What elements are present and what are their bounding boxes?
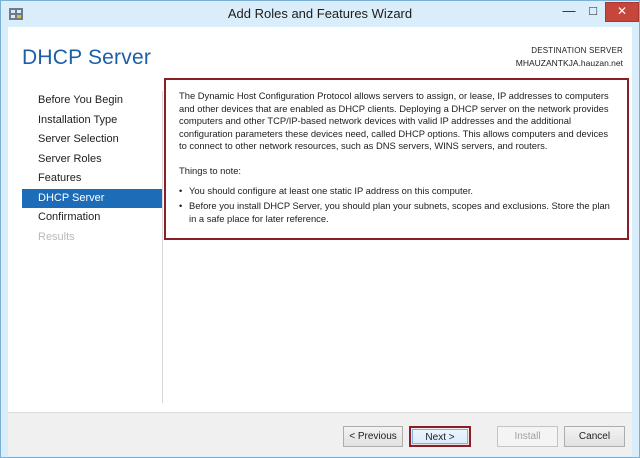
minimize-button[interactable]: — — [557, 2, 581, 22]
note-text: Before you install DHCP Server, you shou… — [189, 200, 610, 224]
nav-item-server-roles[interactable]: Server Roles — [22, 150, 162, 170]
things-to-note-heading: Things to note: — [179, 164, 242, 176]
close-button[interactable]: ✕ — [605, 2, 639, 22]
previous-button[interactable]: < Previous — [343, 426, 403, 447]
bullet-icon: • — [179, 184, 183, 196]
nav-item-dhcp-server[interactable]: DHCP Server — [22, 188, 162, 208]
next-button-label: Next > — [412, 429, 468, 444]
window-title: Add Roles and Features Wizard — [227, 6, 413, 21]
wizard-window: Add Roles and Features Wizard — □ ✕ DHCP… — [0, 0, 640, 458]
title-bar[interactable]: Add Roles and Features Wizard — □ ✕ — [1, 1, 639, 27]
destination-server-name: MHAUZANTKJA.hauzan.net — [515, 58, 623, 68]
install-button: Install — [497, 426, 558, 447]
note-bullet: • You should configure at least one stat… — [179, 185, 614, 198]
dhcp-info-panel: The Dynamic Host Configuration Protocol … — [164, 78, 629, 240]
page-title: DHCP Server — [22, 46, 152, 69]
cancel-button[interactable]: Cancel — [564, 426, 625, 447]
wizard-body: DHCP Server DESTINATION SERVER MHAUZANTK… — [8, 27, 632, 412]
nav-item-confirmation[interactable]: Confirmation — [22, 208, 162, 228]
note-text: You should configure at least one static… — [189, 184, 474, 196]
nav-item-installation-type[interactable]: Installation Type — [22, 111, 162, 131]
destination-server-label: DESTINATION SERVER — [531, 46, 623, 55]
maximize-button[interactable]: □ — [581, 2, 605, 22]
note-bullet: • Before you install DHCP Server, you sh… — [179, 200, 614, 225]
nav-item-results: Results — [38, 230, 75, 243]
dhcp-description: The Dynamic Host Configuration Protocol … — [179, 90, 609, 151]
nav-item-server-selection[interactable]: Server Selection — [22, 130, 162, 150]
wizard-footer: < Previous Next > Install Cancel — [8, 412, 632, 456]
bullet-icon: • — [179, 200, 183, 211]
nav-divider — [162, 91, 163, 403]
wizard-nav: Before You Begin Installation Type Serve… — [22, 91, 162, 247]
next-button[interactable]: Next > — [409, 426, 471, 447]
nav-item-features[interactable]: Features — [22, 169, 162, 189]
nav-item-before-you-begin[interactable]: Before You Begin — [22, 91, 162, 111]
